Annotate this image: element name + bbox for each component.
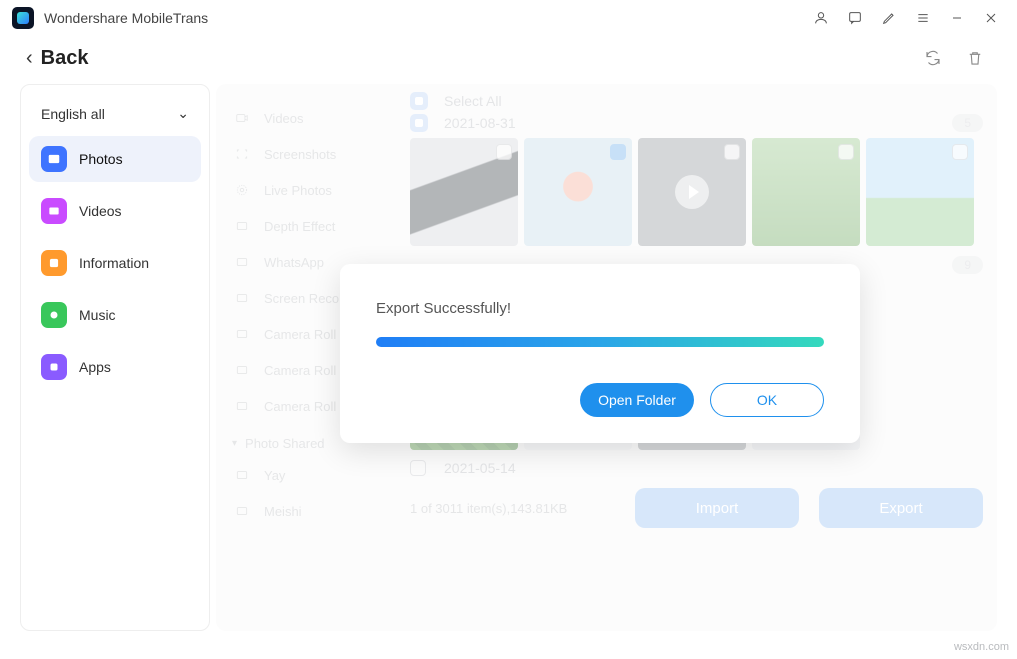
music-icon <box>41 302 67 328</box>
titlebar: Wondershare MobileTrans <box>0 0 1017 36</box>
app-logo <box>12 7 34 29</box>
chevron-down-icon: ⌄ <box>177 105 189 122</box>
sidebar-item-photos[interactable]: Photos <box>29 136 201 182</box>
dialog-actions: Open Folder OK <box>376 383 824 417</box>
export-success-dialog: Export Successfully! Open Folder OK <box>340 264 860 443</box>
chevron-left-icon: ‹ <box>26 47 33 70</box>
edit-icon[interactable] <box>875 4 903 32</box>
sidebar-item-videos[interactable]: Videos <box>29 188 201 234</box>
sidebar-item-label: Music <box>79 307 116 323</box>
sidebar-item-label: Videos <box>79 203 122 219</box>
information-icon <box>41 250 67 276</box>
watermark: wsxdn.com <box>954 641 1009 653</box>
progress-bar <box>376 337 824 347</box>
menu-icon[interactable] <box>909 4 937 32</box>
language-filter[interactable]: English all ⌄ <box>29 99 201 136</box>
ok-button[interactable]: OK <box>710 383 824 417</box>
apps-icon <box>41 354 67 380</box>
feedback-icon[interactable] <box>841 4 869 32</box>
sidebar-item-label: Apps <box>79 359 111 375</box>
sidebar-item-label: Information <box>79 255 149 271</box>
sidebar: English all ⌄ Photos Videos Information … <box>20 84 210 631</box>
filter-label: English all <box>41 106 105 122</box>
minimize-icon[interactable] <box>943 4 971 32</box>
sidebar-item-information[interactable]: Information <box>29 240 201 286</box>
app-title: Wondershare MobileTrans <box>44 10 208 26</box>
photos-icon <box>41 146 67 172</box>
dialog-title: Export Successfully! <box>376 300 824 317</box>
user-icon[interactable] <box>807 4 835 32</box>
back-label: Back <box>41 47 89 70</box>
sidebar-item-label: Photos <box>79 151 123 167</box>
delete-icon[interactable] <box>959 42 991 74</box>
open-folder-button[interactable]: Open Folder <box>580 383 694 417</box>
refresh-icon[interactable] <box>917 42 949 74</box>
sidebar-item-music[interactable]: Music <box>29 292 201 338</box>
back-button[interactable]: ‹ Back <box>26 47 88 70</box>
videos-icon <box>41 198 67 224</box>
back-bar: ‹ Back <box>0 36 1017 84</box>
close-icon[interactable] <box>977 4 1005 32</box>
sidebar-item-apps[interactable]: Apps <box>29 344 201 390</box>
